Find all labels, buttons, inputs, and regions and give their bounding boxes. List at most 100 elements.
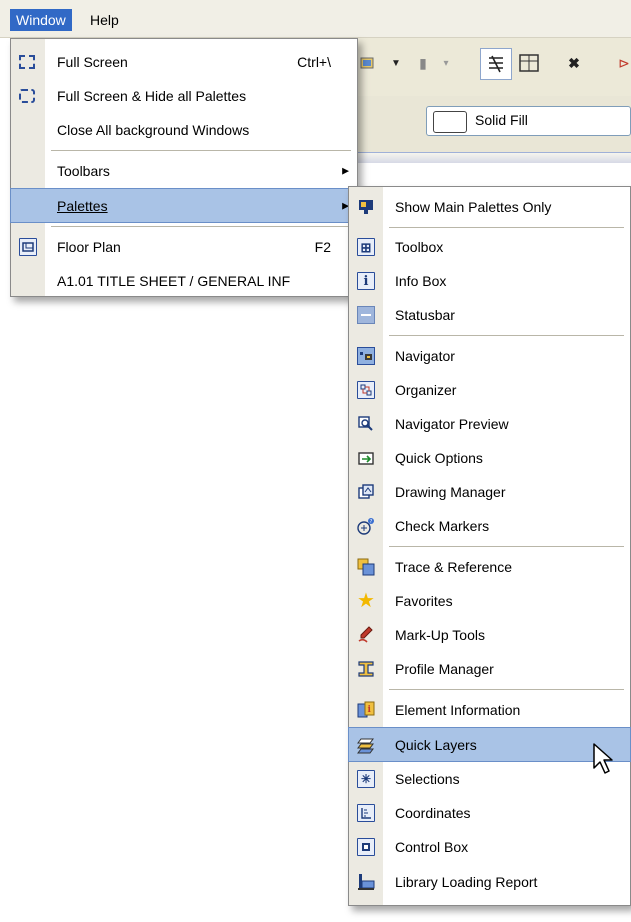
drawing-manager-icon <box>357 483 375 501</box>
menu-item-title-sheet[interactable]: A1.01 TITLE SHEET / GENERAL INF <box>11 264 357 298</box>
full-screen-hide-icon <box>19 89 35 103</box>
arrow-tool-icon[interactable]: ⊳ <box>618 48 630 78</box>
profile-manager-icon <box>357 660 375 678</box>
menu-item-quick-layers[interactable]: Quick Layers <box>348 727 631 762</box>
menu-item-navigator-preview[interactable]: Navigator Preview <box>349 407 630 441</box>
main-palettes-icon <box>357 198 375 216</box>
floor-plan-icon <box>19 238 37 256</box>
menu-item-label: Palettes <box>57 197 108 214</box>
window-menu: Full Screen Ctrl+\ Full Screen & Hide al… <box>10 38 358 297</box>
hatch-icon[interactable] <box>480 48 512 80</box>
menu-item-organizer[interactable]: Organizer <box>349 373 630 407</box>
menu-separator <box>51 226 351 227</box>
menu-window[interactable]: Window <box>10 9 72 31</box>
quick-options-icon <box>357 449 375 467</box>
menu-item-label: Favorites <box>395 593 453 609</box>
info-box-icon: i <box>357 272 375 290</box>
menu-item-label: Full Screen & Hide all Palettes <box>57 88 247 104</box>
control-box-icon <box>357 838 375 856</box>
ruler-strip <box>356 152 631 163</box>
fill-type-selector[interactable]: Solid Fill <box>426 106 631 136</box>
menu-item-label: Control Box <box>395 839 469 855</box>
menu-help[interactable]: Help <box>84 9 125 31</box>
menu-item-show-main-palettes[interactable]: Show Main Palettes Only <box>349 190 630 224</box>
menu-item-floor-plan[interactable]: Floor Plan F2 <box>11 230 357 264</box>
menu-item-label: A1.01 TITLE SHEET / GENERAL INF <box>57 273 291 289</box>
fill-type-label: Solid Fill <box>475 112 528 128</box>
menu-item-label: Quick Layers <box>395 736 477 753</box>
menu-item-label: Profile Manager <box>395 661 494 677</box>
menu-item-label: Coordinates <box>395 805 471 821</box>
menu-item-label: Quick Options <box>395 450 483 466</box>
menu-item-full-screen[interactable]: Full Screen Ctrl+\ <box>11 45 357 79</box>
menu-item-markup-tools[interactable]: Mark-Up Tools <box>349 618 630 652</box>
navigator-icon <box>357 347 375 365</box>
check-markers-icon: ? <box>357 517 375 535</box>
menu-item-check-markers[interactable]: ? Check Markers <box>349 509 630 543</box>
layer-icon[interactable] <box>356 48 378 78</box>
menu-item-toolbox[interactable]: ⊞ Toolbox <box>349 230 630 264</box>
menu-item-control-box[interactable]: Control Box <box>349 830 630 864</box>
menu-item-quick-options[interactable]: Quick Options <box>349 441 630 475</box>
menu-item-favorites[interactable]: ★ Favorites <box>349 584 630 618</box>
menu-item-library-loading-report[interactable]: Library Loading Report <box>349 864 630 900</box>
menu-item-profile-manager[interactable]: Profile Manager <box>349 652 630 686</box>
dropdown-arrow-icon[interactable]: ▼ <box>390 48 402 78</box>
menu-item-selections[interactable]: ✳ Selections <box>349 762 630 796</box>
menu-item-label: Info Box <box>395 273 447 289</box>
dropdown-arrow-icon-2[interactable]: ▾ <box>440 48 452 78</box>
menu-item-label: Toolbars <box>57 163 110 179</box>
menu-separator <box>389 546 624 547</box>
markup-tools-icon <box>357 626 375 644</box>
toolbar-top: ▼ ▮ ▾ ✖ ⊳ <box>356 38 631 97</box>
menu-item-statusbar[interactable]: Statusbar <box>349 298 630 332</box>
menu-item-navigator[interactable]: Navigator <box>349 339 630 373</box>
mouse-cursor-icon <box>593 743 613 774</box>
menu-separator <box>389 227 624 228</box>
close-x-icon[interactable]: ✖ <box>564 48 584 78</box>
menu-item-label: Check Markers <box>395 518 490 534</box>
menu-item-close-background-windows[interactable]: Close All background Windows <box>11 113 357 147</box>
menu-separator <box>389 335 624 336</box>
menu-item-label: Toolbox <box>395 239 444 255</box>
menu-item-trace-reference[interactable]: Trace & Reference <box>349 550 630 584</box>
menu-item-label: Navigator Preview <box>395 416 509 432</box>
full-screen-icon <box>19 55 35 69</box>
trace-reference-icon <box>357 558 375 576</box>
menu-item-label: Organizer <box>395 382 457 398</box>
menu-separator <box>389 689 624 690</box>
menu-item-label: Show Main Palettes Only <box>395 199 552 215</box>
svg-text:i: i <box>368 705 372 715</box>
menu-item-element-information[interactable]: i Element Information <box>349 693 630 727</box>
menu-item-label: Trace & Reference <box>395 559 512 575</box>
coordinates-icon <box>357 804 375 822</box>
menu-item-palettes[interactable]: Palettes ▶ <box>10 188 358 223</box>
grid-icon[interactable] <box>516 48 542 78</box>
menu-item-label: Close All background Windows <box>57 122 250 138</box>
palettes-submenu: Show Main Palettes Only ⊞ Toolbox i Info… <box>348 186 631 906</box>
menu-item-label: Full Screen <box>57 54 128 70</box>
menu-item-label: Selections <box>395 771 460 787</box>
fill-swatch <box>433 111 467 133</box>
menu-item-label: Drawing Manager <box>395 484 506 500</box>
menu-item-label: Element Information <box>395 702 521 718</box>
menu-bar: Window Help <box>0 0 631 38</box>
favorites-star-icon: ★ <box>357 590 375 612</box>
info-box-strip: Solid Fill <box>356 96 631 152</box>
quick-layers-icon <box>357 736 375 754</box>
menu-separator <box>51 150 351 151</box>
toolbox-icon: ⊞ <box>357 238 375 256</box>
pen-icon[interactable]: ▮ <box>416 48 430 78</box>
element-information-icon: i <box>357 701 375 719</box>
menu-item-label: Floor Plan <box>57 239 121 255</box>
menu-item-full-screen-hide-palettes[interactable]: Full Screen & Hide all Palettes <box>11 79 357 113</box>
svg-text:?: ? <box>370 519 373 525</box>
organizer-icon <box>357 381 375 399</box>
menu-item-toolbars[interactable]: Toolbars ▶ <box>11 154 357 188</box>
navigator-preview-icon <box>357 415 375 433</box>
menu-item-info-box[interactable]: i Info Box <box>349 264 630 298</box>
menu-item-coordinates[interactable]: Coordinates <box>349 796 630 830</box>
menu-item-shortcut: Ctrl+\ <box>297 54 331 70</box>
menu-item-label: Mark-Up Tools <box>395 627 485 643</box>
menu-item-drawing-manager[interactable]: Drawing Manager <box>349 475 630 509</box>
